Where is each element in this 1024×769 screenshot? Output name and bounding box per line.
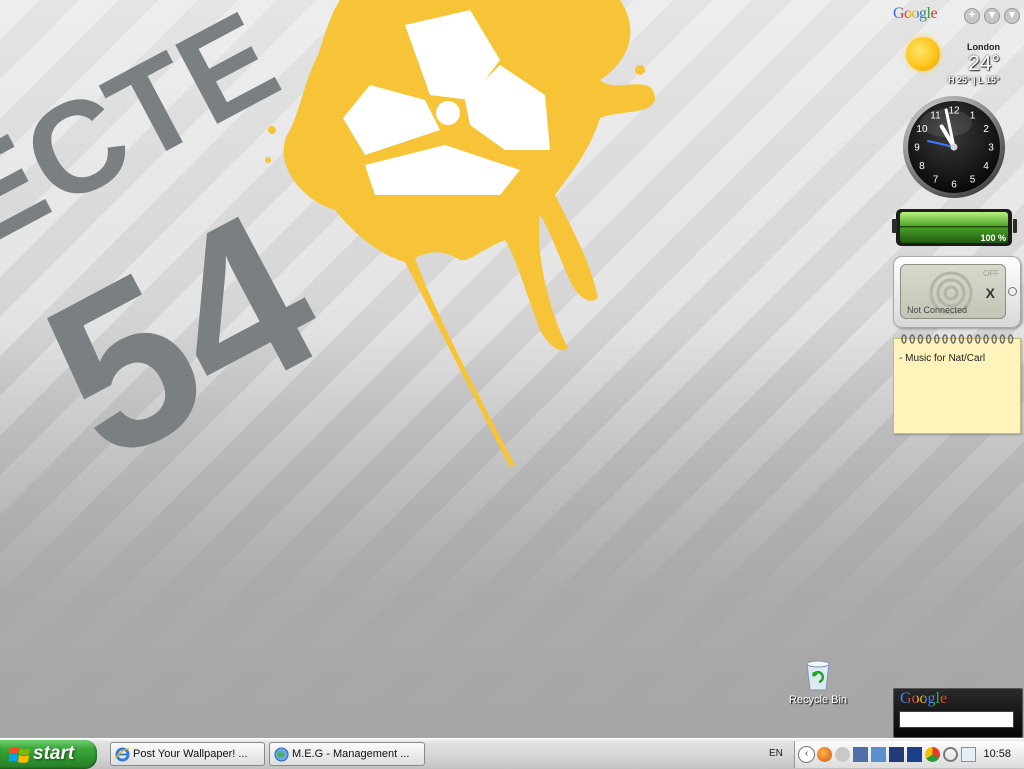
google-search-logo: Google: [900, 690, 948, 707]
network-icon[interactable]: [871, 747, 886, 762]
taskbar-task-meg-management[interactable]: M.E.G - Management ...: [269, 742, 425, 766]
weather-temperature: 24°: [968, 52, 1000, 75]
desktop[interactable]: ECTE 54 Google + ▾ ▾ London 24° H 25° | …: [0, 0, 1024, 738]
taskbar-task-post-wallpaper[interactable]: Post Your Wallpaper! ...: [110, 742, 265, 766]
recycle-bin-icon: [806, 660, 830, 691]
firefox-icon[interactable]: [817, 747, 832, 762]
wireless-status: Not Connected: [907, 305, 968, 315]
google-search-gadget: Google: [893, 688, 1023, 738]
recycle-bin-label: Recycle Bin: [788, 694, 848, 706]
gadget-menu-icon[interactable]: ▾: [984, 8, 1000, 24]
wireless-off-label: OFF: [983, 269, 999, 278]
taskbar: start Post Your Wallpaper! ... M.E.G - M…: [0, 738, 1024, 769]
network-error-icon[interactable]: [853, 747, 868, 762]
wireless-screen: OFF X Not Connected: [900, 264, 1006, 319]
google-search-input[interactable]: [899, 711, 1014, 728]
chrome-icon[interactable]: [925, 747, 940, 762]
internet-explorer-icon: [115, 747, 130, 762]
add-gadget-icon[interactable]: +: [964, 8, 980, 24]
sidebar-options-icon[interactable]: ▾: [1004, 8, 1020, 24]
clock-numeral: 8: [919, 161, 925, 172]
recycle-bin[interactable]: Recycle Bin: [787, 656, 849, 712]
clock-center: [950, 143, 958, 151]
notes-rings-icon: [901, 334, 1014, 344]
windows-logo-icon: [9, 746, 30, 763]
clock-numeral: 7: [933, 175, 939, 186]
clock-numeral: 2: [983, 124, 989, 135]
connections-icon[interactable]: [943, 747, 958, 762]
battery-gadget[interactable]: 100 %: [892, 206, 1018, 248]
weather-gadget[interactable]: London 24° H 25° | L 15°: [898, 34, 1020, 92]
show-hidden-icons-icon[interactable]: ‹: [798, 746, 815, 763]
clock-gadget[interactable]: 12 1234567891011: [902, 95, 1006, 199]
vc-icon[interactable]: [907, 747, 922, 762]
app-tray-icon[interactable]: [889, 747, 904, 762]
note-text[interactable]: - Music for Nat/Carl: [899, 353, 985, 364]
wireless-gadget[interactable]: OFF X Not Connected: [893, 256, 1021, 328]
wireless-disconnected-icon: X: [985, 285, 995, 301]
clock-numeral: 3: [988, 143, 994, 154]
start-label: start: [33, 743, 75, 764]
language-indicator[interactable]: EN: [769, 748, 783, 759]
weather-high-low: H 25° | L 15°: [948, 75, 1000, 85]
battery-percent: 100 %: [980, 233, 1006, 243]
clock-numeral: 9: [914, 143, 920, 154]
clock-numeral: 5: [970, 175, 976, 186]
wallpaper-artwork: ECTE 54: [0, 0, 655, 509]
start-button[interactable]: start: [0, 740, 97, 769]
system-tray: ‹ 10:58: [794, 741, 1024, 768]
clock-numeral: 6: [951, 180, 957, 191]
user-icon[interactable]: [835, 747, 850, 762]
globe-icon: [274, 747, 289, 762]
task-label: M.E.G - Management ...: [292, 748, 410, 760]
notes-gadget[interactable]: - Music for Nat/Carl: [893, 334, 1021, 434]
task-label: Post Your Wallpaper! ...: [133, 748, 248, 760]
clock-numeral: 4: [983, 161, 989, 172]
google-logo[interactable]: Google: [893, 5, 938, 23]
sun-icon: [906, 37, 940, 71]
mail-icon[interactable]: [961, 747, 976, 762]
sidebar-google-header: Google + ▾ ▾: [893, 4, 1021, 24]
weather-city: London: [967, 42, 1000, 52]
clock-time[interactable]: 10:58: [983, 748, 1011, 760]
wireless-toggle[interactable]: [1008, 287, 1017, 296]
